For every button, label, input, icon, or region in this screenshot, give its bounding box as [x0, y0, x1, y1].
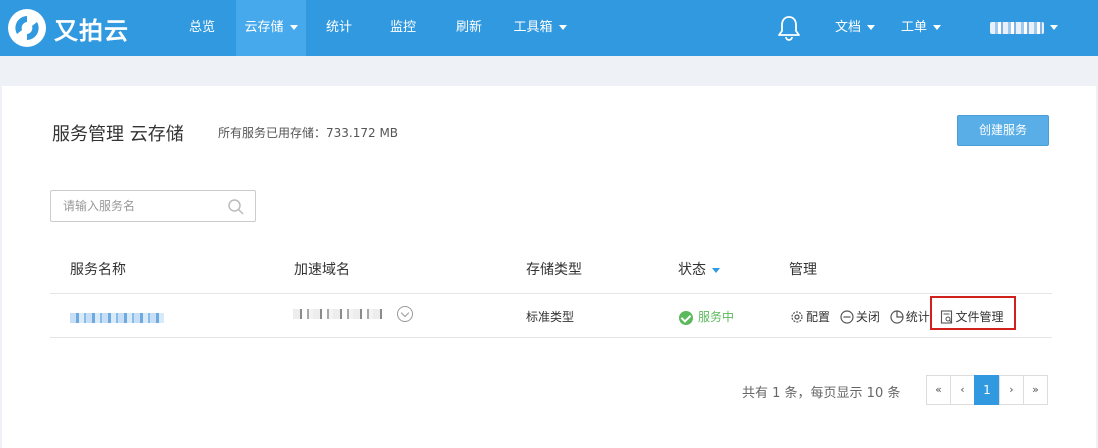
pagination-info: 共有 1 条，每页显示 10 条	[742, 386, 901, 401]
chevron-down-icon	[933, 25, 941, 30]
stats-button[interactable]: 统计	[890, 308, 930, 325]
last-page-button[interactable]: »	[1023, 375, 1048, 405]
expand-domains-icon[interactable]	[397, 306, 413, 322]
nav-stats[interactable]: 统计	[316, 0, 362, 56]
service-name-link[interactable]	[70, 312, 164, 326]
header-domain: 加速域名	[294, 262, 350, 278]
status-badge: 服务中	[679, 308, 734, 325]
logo-icon	[8, 9, 46, 47]
chevron-down-icon	[867, 25, 875, 30]
header-manage: 管理	[789, 262, 817, 278]
nav-ticket[interactable]: 工单	[896, 0, 946, 56]
close-service-button[interactable]: 关闭	[840, 308, 880, 325]
header-service-name: 服务名称	[70, 262, 126, 278]
config-button[interactable]: 配置	[790, 308, 830, 325]
prev-page-button[interactable]: ‹	[950, 375, 975, 405]
user-menu[interactable]	[986, 0, 1062, 56]
brand-logo[interactable]: 又拍云	[8, 8, 129, 48]
top-nav: 又拍云 总览 云存储 统计 监控 刷新 工具箱 文档 工单	[0, 0, 1098, 56]
nav-docs[interactable]: 文档	[830, 0, 880, 56]
chevron-down-icon	[558, 25, 567, 30]
header-status: 状态	[678, 259, 720, 279]
nav-cloud-storage[interactable]: 云存储	[236, 0, 306, 56]
header-storage-type: 存储类型	[526, 262, 582, 278]
search-icon[interactable]	[227, 198, 245, 220]
highlight-box	[930, 296, 1016, 330]
minus-circle-icon	[840, 309, 854, 324]
table-divider	[50, 293, 1052, 294]
chevron-down-icon	[289, 25, 298, 30]
domain-cell	[293, 306, 413, 322]
bell-icon[interactable]	[776, 14, 802, 42]
pie-chart-icon	[890, 309, 904, 324]
pagination: « ‹ 1 › »	[926, 375, 1048, 405]
brand-name: 又拍云	[54, 16, 129, 45]
create-service-button[interactable]: 创建服务	[957, 115, 1049, 146]
nav-refresh[interactable]: 刷新	[446, 0, 492, 56]
page-title: 服务管理 云存储	[52, 124, 184, 145]
sort-down-icon[interactable]	[712, 267, 720, 273]
search-input[interactable]	[63, 198, 223, 214]
check-circle-icon	[679, 310, 693, 325]
service-name-redacted	[70, 313, 164, 323]
storage-usage: 所有服务已用存储：733.172 MB	[218, 126, 399, 140]
storage-type-cell: 标准类型	[526, 310, 575, 324]
gear-icon	[791, 310, 803, 323]
service-search	[50, 190, 256, 222]
page-1-button[interactable]: 1	[974, 375, 1000, 405]
domain-redacted	[293, 309, 387, 319]
next-page-button[interactable]: ›	[999, 375, 1024, 405]
nav-overview[interactable]: 总览	[178, 0, 226, 56]
chevron-down-icon	[1050, 25, 1058, 30]
username-redacted	[990, 21, 1044, 34]
nav-monitor[interactable]: 监控	[380, 0, 426, 56]
nav-toolbox[interactable]: 工具箱	[508, 0, 572, 56]
service-management-panel: 服务管理 云存储 所有服务已用存储：733.172 MB 创建服务 服务名称 加…	[2, 86, 1096, 448]
first-page-button[interactable]: «	[926, 375, 951, 405]
table-divider	[50, 337, 1052, 338]
